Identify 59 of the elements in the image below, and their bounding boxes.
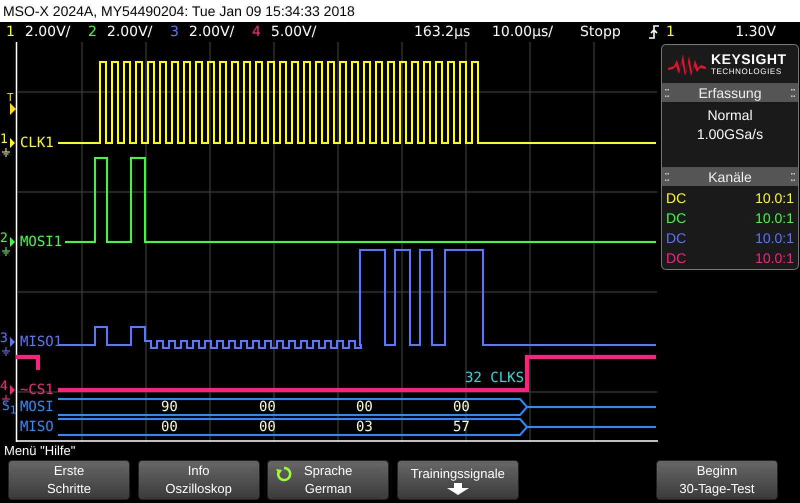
channel-number: 3 xyxy=(170,24,179,40)
softkey-button[interactable]: Beginn 30-Tage-Test xyxy=(656,460,778,500)
clock-count: 32 CLKS xyxy=(465,370,524,386)
edge-trigger-icon xyxy=(648,25,660,39)
channel-marker: 3 xyxy=(0,331,8,347)
menu-title: Menü "Hilfe" xyxy=(3,442,76,460)
channel-number: 4 xyxy=(252,24,261,40)
trace-label: MOSI1 xyxy=(20,234,62,250)
sample-rate: 1.00GSa/s xyxy=(696,126,764,142)
section-title: Erfassung xyxy=(698,84,762,100)
bus-value: 00 xyxy=(259,399,276,415)
channel-coupling: DC xyxy=(666,210,686,226)
channel-coupling: DC xyxy=(666,250,686,266)
softkey-button[interactable]: Erste Schritte xyxy=(8,460,130,500)
bus-value: 00 xyxy=(356,399,373,415)
bus-name: MOSI xyxy=(20,399,54,415)
brand-name: KEYSIGHT xyxy=(711,52,787,67)
bus-value: 57 xyxy=(453,419,470,435)
acquisition-mode: Normal xyxy=(707,107,753,123)
trace-label: ~CS1 xyxy=(20,382,54,398)
trigger-source: 1 xyxy=(666,24,676,40)
channel-marker: 2 xyxy=(0,231,8,247)
window-title: MSO-X 2024A, MY54490204: Tue Jan 09 15:34:33 2018 xyxy=(0,0,800,22)
probe-ratio: 10.0:1 xyxy=(755,210,794,226)
serial-marker: S$_{1}$ xyxy=(2,399,16,419)
trigger-level: 1.30V xyxy=(734,24,776,40)
section-title: Kanäle xyxy=(708,168,752,184)
channel-marker: 1 xyxy=(0,132,8,148)
channel-coupling: DC xyxy=(666,230,686,246)
run-state: Stopp xyxy=(580,24,622,40)
softkey-button[interactable]: Sprache German xyxy=(267,460,390,500)
trigger-delay: 163.2µs xyxy=(414,24,472,40)
channel-coupling: DC xyxy=(666,190,686,206)
softkey-button[interactable]: Trainingssignale xyxy=(396,460,519,500)
brand-subtitle: TECHNOLOGIES xyxy=(711,67,783,76)
channel-scale: 2.00V/ xyxy=(188,24,234,40)
trigger-marker: T xyxy=(7,90,14,106)
trigger-marker-icon xyxy=(10,103,16,115)
bus-name: MISO xyxy=(20,419,54,435)
channel-number: 2 xyxy=(88,24,97,40)
channel-number: 1 xyxy=(6,24,15,40)
trace-label: CLK1 xyxy=(20,135,54,151)
down-arrow-icon xyxy=(446,483,470,495)
probe-ratio: 10.0:1 xyxy=(755,190,794,206)
channel-marker: 4 xyxy=(0,379,8,395)
channel-scale: 5.00V/ xyxy=(270,24,316,40)
bus-value: 00 xyxy=(161,419,178,435)
probe-ratio: 10.0:1 xyxy=(755,250,794,266)
bus-value: 00 xyxy=(259,419,276,435)
time-base: 10.00µs/ xyxy=(492,24,554,40)
bus-value: 00 xyxy=(453,399,470,415)
channel-scale: 2.00V/ xyxy=(24,24,70,40)
channel-scale: 2.00V/ xyxy=(106,24,152,40)
bus-value: 90 xyxy=(161,399,178,415)
cycle-icon xyxy=(276,466,292,482)
trace-label: MISO1 xyxy=(20,334,62,350)
softkey-button[interactable]: Info Oszilloskop xyxy=(138,460,260,500)
probe-ratio: 10.0:1 xyxy=(755,230,794,246)
bus-value: 03 xyxy=(356,419,373,435)
